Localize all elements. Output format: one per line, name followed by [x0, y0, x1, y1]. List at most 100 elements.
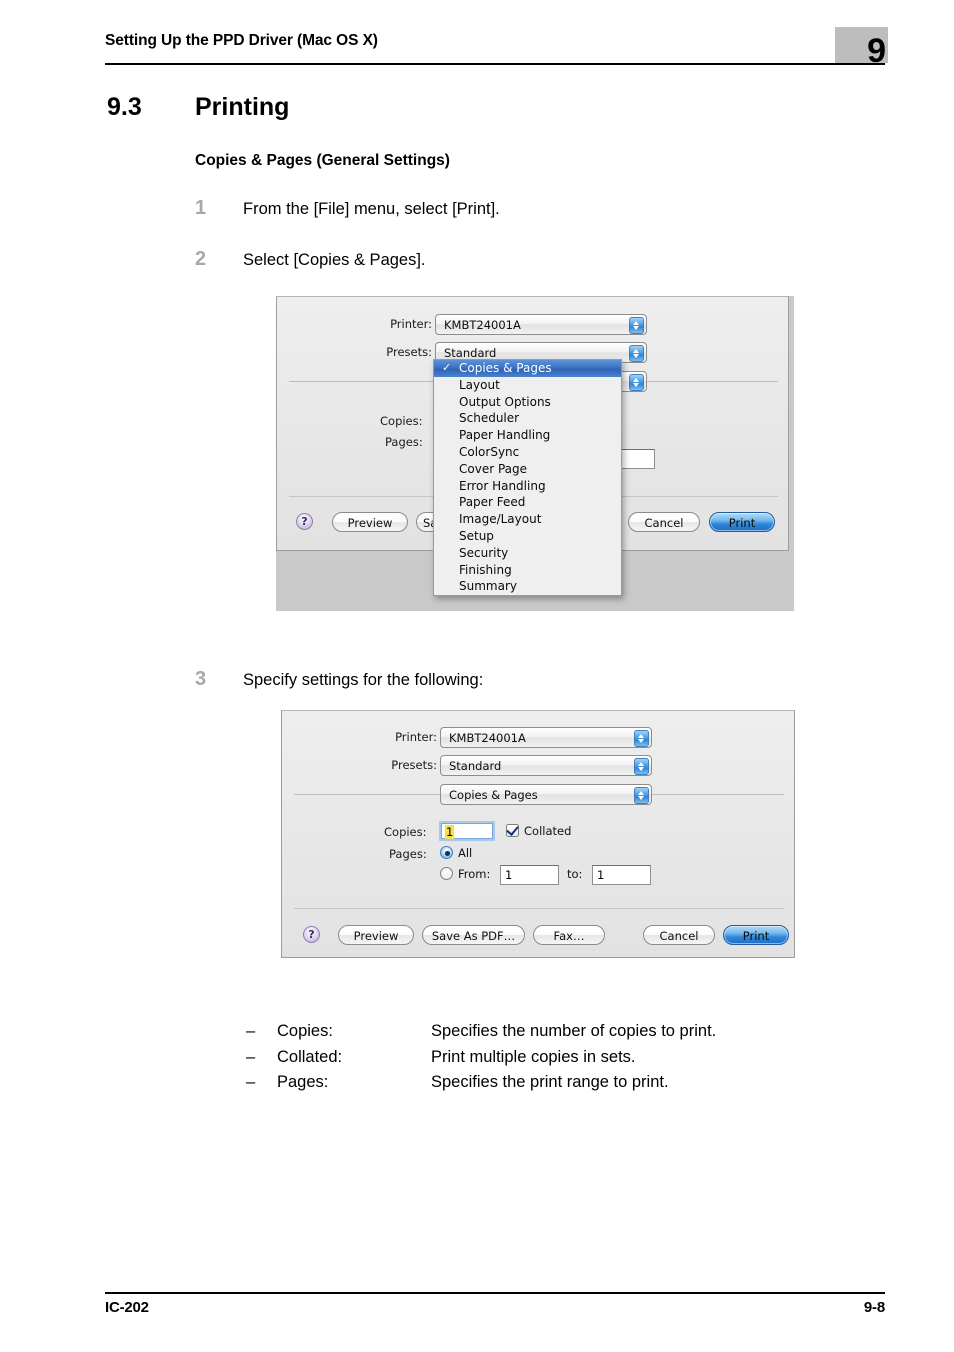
step-2-text: Select [Copies & Pages].: [243, 251, 426, 269]
pages-to-label: to:: [567, 867, 583, 881]
copies-label: Copies:: [380, 414, 423, 428]
section-number: 9.3: [107, 93, 142, 121]
screenshot-print-dialog-menu-open: Printer: KMBT24001A Presets: Standard Co…: [276, 296, 794, 611]
help-button[interactable]: ?: [296, 513, 313, 530]
printer-label: Printer:: [390, 317, 432, 331]
print-button[interactable]: Print: [709, 512, 775, 532]
chevron-updown-icon: [629, 373, 644, 391]
printer-popup-button[interactable]: KMBT24001A: [440, 727, 652, 748]
pane-popup-menu[interactable]: Copies & Pages Layout Output Options Sch…: [433, 359, 622, 597]
fax-button[interactable]: Fax…: [533, 925, 605, 945]
question-mark-icon: ?: [301, 515, 308, 528]
menu-item-scheduler[interactable]: Scheduler: [434, 410, 621, 427]
step-3-number: 3: [195, 668, 207, 690]
preview-button[interactable]: Preview: [332, 512, 408, 532]
pages-from-value: 1: [505, 868, 513, 882]
print-button-label: Print: [728, 516, 756, 530]
fax-button-label: Fax…: [553, 929, 585, 943]
pages-from-label: From:: [458, 867, 491, 881]
pages-to-input[interactable]: 1: [592, 865, 651, 885]
presets-popup-button[interactable]: Standard: [440, 755, 652, 776]
question-mark-icon: ?: [308, 928, 315, 941]
printer-row: Printer: KMBT24001A: [277, 314, 657, 335]
help-button[interactable]: ?: [303, 926, 320, 943]
chevron-updown-icon: [629, 316, 644, 334]
copies-input-value: 1: [445, 825, 455, 839]
dash-bullet: –: [246, 1022, 256, 1040]
menu-item-layout[interactable]: Layout: [434, 377, 621, 394]
printer-row: Printer: KMBT24001A: [282, 727, 662, 748]
footer-divider: [105, 1292, 885, 1294]
pages-label: Pages:: [385, 435, 423, 449]
chevron-updown-icon: [629, 344, 644, 362]
menu-item-output-options[interactable]: Output Options: [434, 394, 621, 411]
preview-button[interactable]: Preview: [338, 925, 414, 945]
cancel-button-label: Cancel: [644, 516, 684, 530]
chevron-updown-icon: [634, 786, 649, 804]
printer-popup-button[interactable]: KMBT24001A: [435, 314, 647, 335]
copies-input[interactable]: 1: [439, 821, 495, 841]
printer-popup-value: KMBT24001A: [444, 318, 521, 332]
save-as-pdf-button[interactable]: Save As PDF…: [422, 925, 525, 945]
menu-item-security[interactable]: Security: [434, 545, 621, 562]
menu-item-image-layout[interactable]: Image/Layout: [434, 511, 621, 528]
pane-popup-button[interactable]: Copies & Pages: [440, 784, 652, 805]
print-button-label: Print: [742, 929, 770, 943]
print-button[interactable]: Print: [723, 925, 789, 945]
definition-description: Specifies the number of copies to print.: [431, 1022, 717, 1040]
definition-term: Copies:: [277, 1022, 333, 1040]
menu-item-paper-handling[interactable]: Paper Handling: [434, 427, 621, 444]
definition-description: Print multiple copies in sets.: [431, 1047, 636, 1066]
presets-popup-value: Standard: [444, 346, 497, 360]
copies-label: Copies:: [384, 825, 427, 839]
dash-bullet: –: [246, 1047, 256, 1066]
menu-item-copies-and-pages[interactable]: Copies & Pages: [434, 360, 621, 377]
bottom-separator: [294, 908, 784, 909]
collated-checkbox[interactable]: [506, 824, 519, 837]
cancel-button-label: Cancel: [659, 929, 699, 943]
printer-label: Printer:: [395, 730, 437, 744]
presets-row: Presets: Standard: [282, 755, 662, 776]
preview-button-label: Preview: [347, 516, 393, 530]
chapter-number-badge: 9: [835, 27, 888, 68]
menu-item-cover-page[interactable]: Cover Page: [434, 461, 621, 478]
pages-range-radio[interactable]: [440, 867, 453, 880]
menu-item-setup[interactable]: Setup: [434, 528, 621, 545]
step-1-text: From the [File] menu, select [Print].: [243, 200, 500, 218]
pages-label: Pages:: [389, 847, 427, 861]
menu-item-colorsync[interactable]: ColorSync: [434, 444, 621, 461]
screenshot-copies-and-pages: Printer: KMBT24001A Presets: Standard Co…: [281, 710, 799, 962]
pages-all-radio[interactable]: [440, 846, 453, 859]
menu-item-error-handling[interactable]: Error Handling: [434, 478, 621, 495]
pane-separator-left: [294, 794, 440, 795]
definition-description: Specifies the print range to print.: [431, 1073, 669, 1091]
menu-item-paper-feed[interactable]: Paper Feed: [434, 494, 621, 511]
pane-popup-value: Copies & Pages: [449, 788, 538, 802]
step-1-number: 1: [195, 197, 207, 219]
pages-from-input[interactable]: 1: [500, 865, 559, 885]
step-2-number: 2: [195, 248, 207, 270]
menu-item-finishing[interactable]: Finishing: [434, 562, 621, 579]
footer-page-number: 9-8: [863, 1299, 885, 1316]
running-head-title: Setting Up the PPD Driver (Mac OS X): [105, 32, 378, 49]
step-3-text: Specify settings for the following:: [243, 671, 484, 689]
print-dialog-copies-pages: Printer: KMBT24001A Presets: Standard Co…: [281, 710, 795, 958]
definition-term: Collated:: [277, 1047, 343, 1066]
dash-bullet: –: [246, 1073, 256, 1091]
pages-all-label: All: [458, 846, 473, 860]
page-title: Printing: [195, 93, 290, 121]
save-as-pdf-button-label: Save As PDF…: [431, 929, 516, 943]
printer-popup-value: KMBT24001A: [449, 731, 526, 745]
definition-term: Pages:: [277, 1073, 329, 1091]
chevron-updown-icon: [634, 757, 649, 775]
header-divider: [105, 63, 885, 65]
subsection-heading: Copies & Pages (General Settings): [195, 152, 450, 169]
menu-item-summary[interactable]: Summary: [434, 578, 621, 595]
collated-label: Collated: [524, 824, 572, 838]
presets-label: Presets:: [386, 345, 432, 359]
presets-label: Presets:: [391, 758, 437, 772]
pages-to-value: 1: [597, 868, 605, 882]
footer-document-id: IC-202: [105, 1299, 149, 1316]
cancel-button[interactable]: Cancel: [643, 925, 715, 945]
cancel-button[interactable]: Cancel: [628, 512, 700, 532]
